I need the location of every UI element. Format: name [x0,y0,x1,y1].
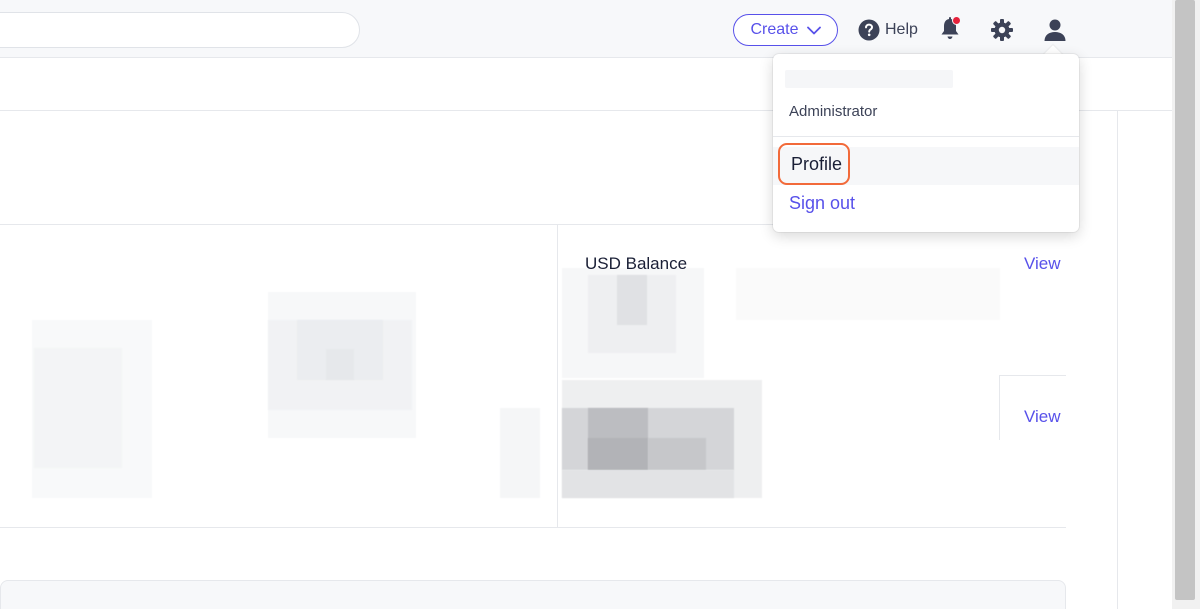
notification-dot [952,16,961,25]
redacted-block [562,470,734,498]
content-right-border [1117,110,1118,609]
menu-divider [773,136,1079,137]
settings-button[interactable] [990,18,1014,42]
view-usd-balance-link[interactable]: View [1024,254,1061,274]
usd-balance-label: USD Balance [585,254,688,273]
redacted-block [326,349,354,380]
account-button[interactable] [1042,17,1068,43]
user-menu: Administrator Profile Sign out [773,54,1079,232]
scrollbar-thumb[interactable] [1175,0,1195,600]
user-icon [1044,19,1066,41]
create-label: Create [750,21,799,38]
column-divider [557,224,558,528]
menu-item-sign-out[interactable]: Sign out [789,193,855,214]
row-divider [1000,375,1066,376]
redacted-block [736,268,1000,320]
chevron-down-icon [806,26,821,34]
bottom-card [0,580,1066,609]
redacted-block [34,348,122,468]
gear-icon [991,19,1013,41]
user-role: Administrator [789,103,878,120]
redacted-block [617,275,647,325]
create-button[interactable]: Create [733,14,838,46]
row-divider-vertical [999,375,1000,440]
help-button[interactable]: Help [858,18,918,42]
redacted-block [500,408,540,498]
top-bar: Create Help [0,0,1172,58]
menu-item-profile[interactable]: Profile [778,143,851,185]
view-balance-link[interactable]: View [1024,407,1061,427]
redacted-block [588,438,648,470]
help-label: Help [885,21,918,38]
search-input[interactable] [0,12,360,48]
notifications-button[interactable] [938,16,962,42]
redacted-account-name [785,70,953,88]
help-circle-icon [858,19,880,41]
section-divider [0,527,1066,528]
redacted-block [648,438,706,470]
